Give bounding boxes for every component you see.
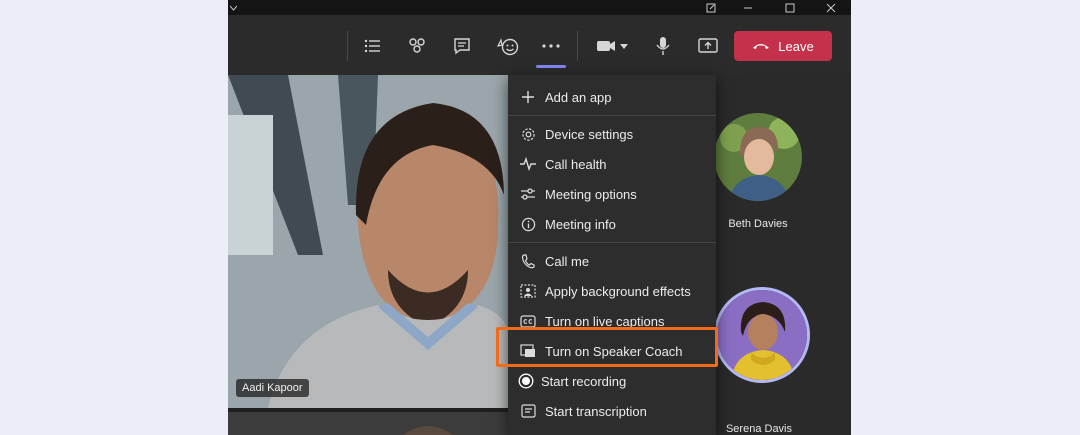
meeting-toolbar: Leave (228, 15, 851, 75)
teams-meeting-window: Leave Aadi Kapoor Beth Davies Serena Dav… (228, 0, 851, 435)
speaker-coach-highlight (496, 327, 718, 367)
menu-item-label: Start recording (541, 373, 627, 389)
menu-item-start-recording[interactable]: Start recording (508, 367, 716, 395)
reactions-button[interactable] (494, 32, 522, 60)
menu-item-label: Call health (545, 156, 607, 172)
menu-divider (508, 242, 716, 243)
menu-item-meeting-options[interactable]: Meeting options (508, 180, 716, 208)
leave-label: Leave (778, 38, 814, 54)
menu-divider (508, 115, 716, 116)
participants-list-button[interactable] (359, 32, 387, 60)
menu-item-label: Add an app (545, 89, 612, 105)
app-chevron-icon (228, 0, 238, 15)
menu-item-label: Call me (545, 253, 590, 269)
people-icon (409, 38, 425, 53)
menu-item-label: Meeting info (545, 216, 616, 232)
chat-button[interactable] (448, 32, 476, 60)
plus-icon (520, 89, 536, 105)
pulse-icon (520, 156, 536, 172)
participants-strip: Beth Davies Serena Davis (712, 75, 851, 435)
list-icon (364, 39, 380, 53)
participant-avatar-beth[interactable] (714, 113, 802, 201)
share-button[interactable] (694, 32, 722, 60)
more-icon (542, 44, 560, 48)
title-bar (228, 0, 851, 15)
microphone-icon (656, 37, 670, 55)
menu-item-device-settings[interactable]: Device settings (508, 120, 716, 148)
speaker-name-tag: Aadi Kapoor (236, 379, 309, 397)
leave-button[interactable]: Leave (734, 31, 832, 61)
transcription-icon (520, 403, 536, 419)
minimize-icon[interactable] (733, 0, 763, 15)
main-video-tile[interactable]: Aadi Kapoor (228, 75, 508, 408)
menu-item-start-transcription[interactable]: Start transcription (508, 397, 716, 425)
background-effects-icon (520, 283, 536, 299)
speaker-video-image (228, 75, 508, 408)
chat-icon (454, 38, 470, 55)
active-tab-indicator (536, 65, 566, 68)
toolbar-divider (347, 31, 348, 61)
menu-item-call-health[interactable]: Call health (508, 150, 716, 178)
secondary-video-tile[interactable] (228, 412, 508, 435)
menu-item-label: Start transcription (545, 403, 647, 419)
share-screen-icon (698, 38, 718, 53)
toolbar-divider (577, 31, 578, 61)
menu-item-apply-background-effects[interactable]: Apply background effects (508, 277, 716, 305)
menu-item-call-me[interactable]: Call me (508, 247, 716, 275)
participant-name-beth: Beth Davies (728, 218, 788, 230)
camera-icon (597, 41, 628, 51)
popout-icon[interactable] (696, 0, 726, 15)
more-button[interactable] (537, 32, 565, 60)
menu-item-label: Meeting options (545, 186, 637, 202)
secondary-video-image (228, 412, 508, 435)
record-icon (518, 373, 534, 389)
more-actions-menu: Add an app Device settings Call health M… (508, 75, 716, 435)
close-icon[interactable] (816, 0, 846, 15)
reactions-icon (496, 38, 519, 56)
participant-avatar-serena[interactable] (714, 287, 810, 383)
maximize-icon[interactable] (775, 0, 805, 15)
menu-item-meeting-info[interactable]: Meeting info (508, 210, 716, 238)
sliders-icon (520, 186, 536, 202)
participant-name-serena: Serena Davis (725, 423, 793, 435)
menu-item-label: Device settings (545, 126, 634, 142)
people-button[interactable] (403, 32, 431, 60)
mic-button[interactable] (649, 32, 677, 60)
phone-icon (520, 253, 536, 269)
hang-up-icon (753, 44, 770, 49)
camera-button[interactable] (590, 32, 634, 60)
info-icon (520, 216, 536, 232)
gear-icon (520, 126, 536, 142)
menu-item-label: Apply background effects (545, 283, 691, 299)
menu-item-add-an-app[interactable]: Add an app (508, 83, 716, 111)
